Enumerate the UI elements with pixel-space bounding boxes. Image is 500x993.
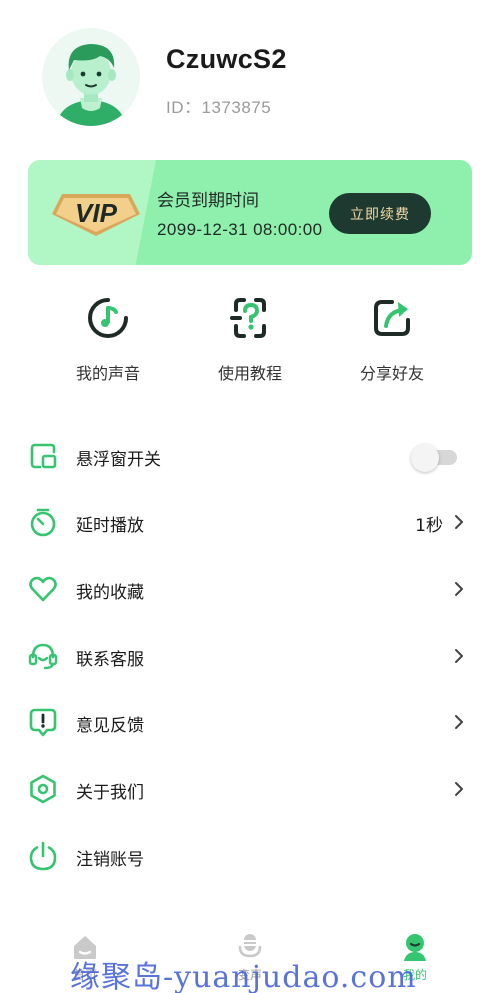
chevron-right-icon bbox=[455, 782, 463, 796]
chevron-right-icon bbox=[455, 515, 463, 529]
headset-icon bbox=[28, 643, 58, 670]
vip-expiry-time: 2099-12-31 08:00:00 bbox=[157, 220, 323, 239]
chevron-right-icon bbox=[455, 582, 463, 596]
menu-row-floating-window[interactable]: 悬浮窗开关 bbox=[0, 428, 500, 484]
menu-row-delay-playback[interactable]: 延时播放 1秒 bbox=[0, 494, 500, 550]
vip-diamond-icon: VIP bbox=[52, 194, 140, 236]
menu-row-feedback[interactable]: 意见反馈 bbox=[0, 694, 500, 750]
user-id: ID：1373875 bbox=[166, 98, 272, 117]
chevron-right-icon bbox=[455, 715, 463, 729]
menu-row-about[interactable]: 关于我们 bbox=[0, 761, 500, 817]
toggle-knob bbox=[411, 444, 439, 472]
vip-badge: VIP bbox=[48, 190, 144, 238]
quick-action-label: 使用教程 bbox=[217, 364, 282, 383]
menu-label: 延时播放 bbox=[76, 516, 144, 536]
quick-action-tutorial[interactable]: 使用教程 bbox=[180, 296, 320, 386]
profile-header: CzuwcS2 ID：1373875 bbox=[0, 0, 500, 150]
quick-action-label: 分享好友 bbox=[359, 364, 424, 383]
heart-icon bbox=[29, 576, 57, 602]
avatar-illustration-icon bbox=[42, 28, 140, 126]
menu-label: 我的收藏 bbox=[76, 583, 144, 603]
timer-icon bbox=[30, 508, 56, 537]
my-voice-icon bbox=[88, 298, 128, 338]
tutorial-icon bbox=[230, 298, 266, 338]
share-icon bbox=[374, 300, 410, 336]
delay-value: 1秒 bbox=[415, 516, 443, 536]
renew-button[interactable]: 立即续费 bbox=[329, 193, 431, 234]
avatar[interactable] bbox=[42, 28, 140, 126]
about-icon bbox=[30, 774, 56, 804]
quick-action-share[interactable]: 分享好友 bbox=[322, 296, 462, 386]
menu-row-delete-account[interactable]: 注销账号 bbox=[0, 828, 500, 884]
menu-label: 关于我们 bbox=[76, 783, 144, 803]
menu-label: 悬浮窗开关 bbox=[76, 450, 161, 470]
quick-action-label: 我的声音 bbox=[75, 364, 140, 383]
menu-label: 意见反馈 bbox=[76, 716, 144, 736]
feedback-icon bbox=[29, 708, 57, 737]
watermark: 缘聚岛-yuanjudao.com bbox=[70, 960, 417, 993]
chevron-right-icon bbox=[455, 649, 463, 663]
menu-row-customer-service[interactable]: 联系客服 bbox=[0, 628, 500, 684]
vip-badge-text: VIP bbox=[75, 198, 118, 228]
floating-window-toggle[interactable] bbox=[411, 444, 457, 472]
menu-label: 联系客服 bbox=[76, 650, 144, 670]
quick-action-my-voice[interactable]: 我的声音 bbox=[38, 296, 178, 386]
menu-row-favorites[interactable]: 我的收藏 bbox=[0, 561, 500, 617]
vip-expiry-title: 会员到期时间 bbox=[157, 191, 259, 211]
power-icon bbox=[29, 841, 57, 871]
username: CzuwcS2 bbox=[166, 44, 287, 74]
menu-label: 注销账号 bbox=[76, 850, 144, 870]
floating-window-icon bbox=[30, 443, 57, 469]
